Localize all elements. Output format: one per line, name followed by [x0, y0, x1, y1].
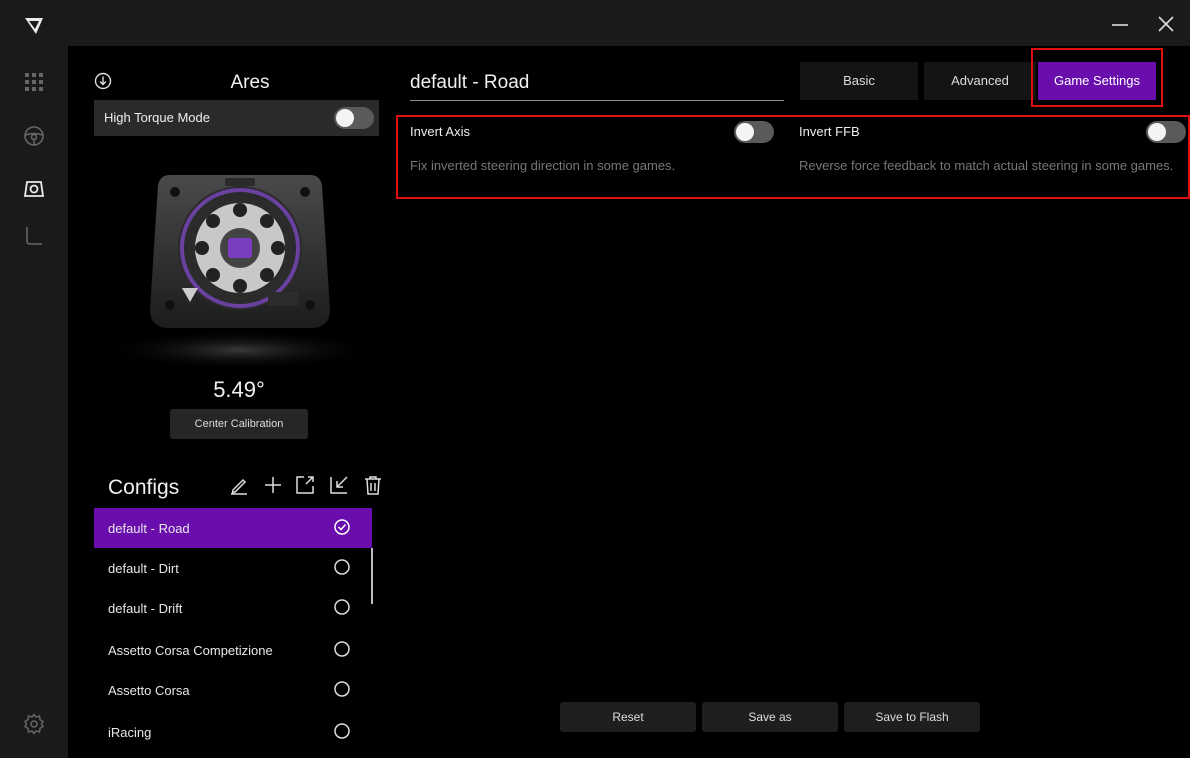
- save-as-button[interactable]: Save as: [702, 702, 838, 732]
- settings-gear-icon[interactable]: [22, 712, 46, 736]
- edit-icon[interactable]: [228, 474, 250, 496]
- brand-logo-icon[interactable]: [22, 14, 46, 38]
- configs-title: Configs: [108, 476, 180, 499]
- wheel-angle-readout: 5.49°: [213, 377, 265, 402]
- high-torque-mode-row: High Torque Mode: [94, 100, 379, 136]
- settings-highlight-box: [396, 115, 1190, 199]
- config-item-iracing[interactable]: iRacing: [94, 712, 372, 752]
- invert-ffb-toggle[interactable]: [1146, 121, 1186, 143]
- check-circle-icon[interactable]: [332, 517, 352, 537]
- config-list-scrollbar[interactable]: [371, 548, 373, 604]
- invert-axis-toggle[interactable]: [734, 121, 774, 143]
- add-icon[interactable]: [262, 474, 284, 496]
- config-item-default-dirt[interactable]: default - Dirt: [94, 548, 372, 588]
- minimize-icon[interactable]: [1108, 12, 1132, 36]
- config-item-label: default - Road: [108, 521, 190, 536]
- apps-grid-icon[interactable]: [22, 70, 46, 94]
- profile-name-underline: [410, 100, 784, 101]
- tab-game-settings[interactable]: Game Settings: [1038, 62, 1156, 100]
- radio-circle-icon[interactable]: [332, 597, 352, 617]
- title-bar: [68, 0, 1190, 46]
- profile-name-field[interactable]: default - Road: [410, 72, 529, 94]
- radio-circle-icon[interactable]: [332, 679, 352, 699]
- config-item-default-road[interactable]: default - Road: [94, 508, 372, 548]
- config-item-label: default - Dirt: [108, 561, 179, 576]
- config-list: default - Road default - Dirt default - …: [94, 508, 372, 758]
- save-to-flash-button[interactable]: Save to Flash: [844, 702, 980, 732]
- radio-circle-icon[interactable]: [332, 557, 352, 577]
- tab-advanced[interactable]: Advanced: [924, 62, 1036, 100]
- config-item-acc[interactable]: Assetto Corsa Competizione: [94, 630, 372, 670]
- config-item-default-drift[interactable]: default - Drift: [94, 588, 372, 628]
- config-item-label: Assetto Corsa Competizione: [108, 643, 273, 658]
- reset-button[interactable]: Reset: [560, 702, 696, 732]
- steering-wheel-icon[interactable]: [22, 124, 46, 148]
- center-calibration-button[interactable]: Center Calibration: [170, 409, 308, 439]
- delete-icon[interactable]: [362, 474, 384, 496]
- import-icon[interactable]: [328, 474, 350, 496]
- invert-ffb-description: Reverse force feedback to match actual s…: [799, 158, 1174, 173]
- invert-axis-description: Fix inverted steering direction in some …: [410, 158, 676, 173]
- config-item-label: default - Drift: [108, 601, 183, 616]
- invert-axis-label: Invert Axis: [410, 124, 470, 139]
- config-item-assetto-corsa[interactable]: Assetto Corsa: [94, 670, 372, 710]
- radio-circle-icon[interactable]: [332, 639, 352, 659]
- export-icon[interactable]: [294, 474, 316, 496]
- radio-circle-icon[interactable]: [332, 721, 352, 741]
- nav-rail: [0, 0, 68, 758]
- wheelbase-icon[interactable]: [22, 177, 46, 201]
- high-torque-mode-toggle[interactable]: [334, 107, 374, 129]
- close-icon[interactable]: [1154, 12, 1178, 36]
- wheelbase-image: [105, 175, 375, 370]
- device-name: Ares: [230, 72, 270, 93]
- config-item-label: iRacing: [108, 725, 152, 740]
- high-torque-mode-label: High Torque Mode: [104, 110, 210, 125]
- download-icon[interactable]: [94, 72, 112, 90]
- invert-ffb-label: Invert FFB: [799, 124, 860, 139]
- tab-basic[interactable]: Basic: [800, 62, 918, 100]
- pedals-icon[interactable]: [22, 224, 46, 248]
- config-item-label: Assetto Corsa: [108, 683, 190, 698]
